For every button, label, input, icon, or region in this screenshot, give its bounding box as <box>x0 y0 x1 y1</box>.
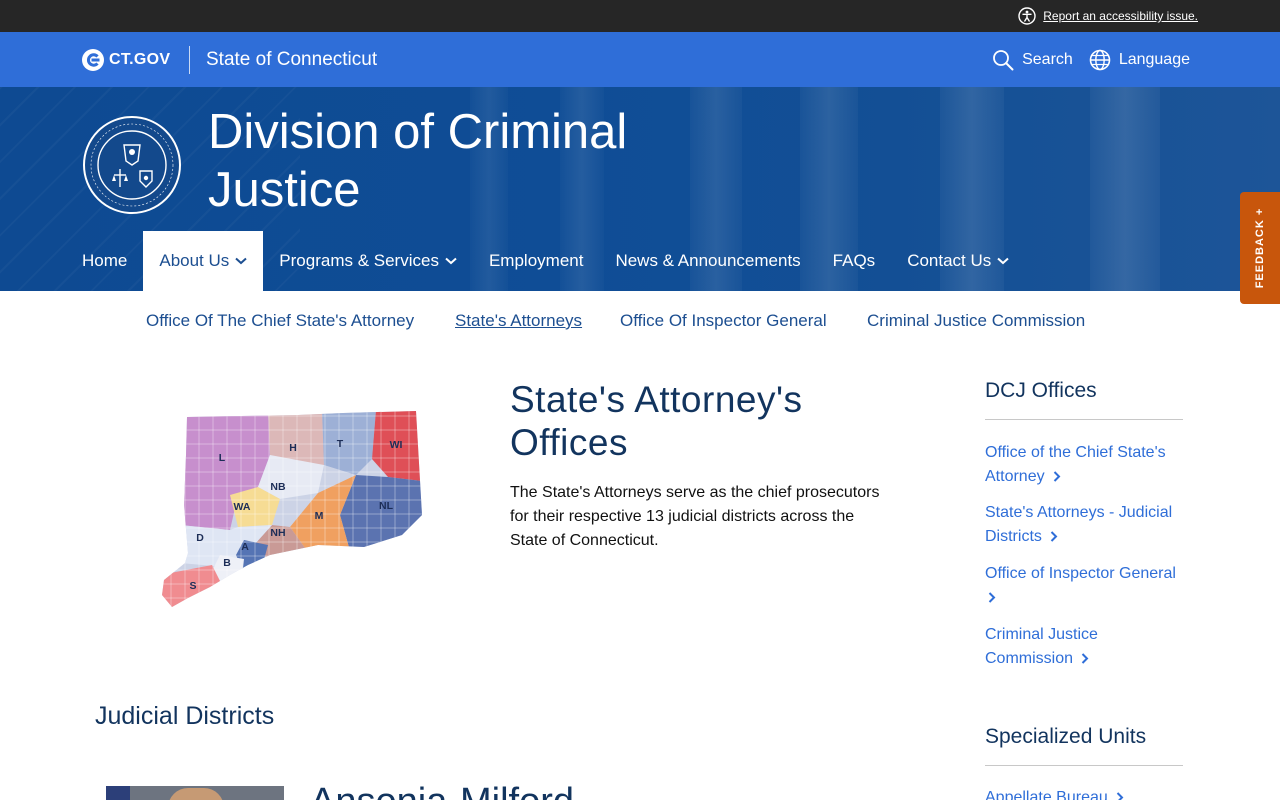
ctgov-header: CT.GOV State of Connecticut Search Langu… <box>0 32 1280 87</box>
nav-item-label: About Us <box>159 251 230 270</box>
specialized-units-heading: Specialized Units <box>985 725 1147 748</box>
nav-item-label: Employment <box>488 251 584 270</box>
sidebar-link-chief-states-attorney[interactable]: Office of the Chief State's Attorney <box>985 441 1183 489</box>
feedback-tab[interactable]: FEEDBACK + <box>1240 192 1280 304</box>
language-label: Language <box>1118 51 1190 68</box>
map-label-t: T <box>337 438 344 450</box>
site-name[interactable]: State of Connecticut <box>206 49 377 71</box>
chevron-right-icon <box>1053 471 1061 482</box>
sub-nav: Office Of The Chief State's Attorney Sta… <box>0 291 1240 351</box>
sidebar-link-states-attorneys[interactable]: State's Attorneys - Judicial Districts <box>985 501 1183 549</box>
judicial-districts-heading: Judicial Districts <box>95 702 275 730</box>
map-label-nb: NB <box>270 481 286 493</box>
map-label-b: B <box>223 557 231 569</box>
nav-employment[interactable]: Employment <box>473 231 599 291</box>
district-attorney-photo <box>106 786 284 800</box>
flag-image <box>106 786 130 800</box>
sidebar-link-appellate-bureau[interactable]: Appellate Bureau <box>985 786 1183 800</box>
header-divider <box>189 46 190 74</box>
accessibility-link[interactable]: Report an accessibility issue. <box>1043 9 1198 23</box>
map-label-m: M <box>315 510 324 522</box>
accessibility-icon <box>1018 7 1036 25</box>
sidebar-link-label: State's Attorneys - Judicial Districts <box>985 504 1173 545</box>
nav-item-label: Programs & Services <box>279 251 439 270</box>
header-tools: Search Language <box>992 49 1190 71</box>
page-title: State's Attorney's Offices <box>510 379 803 463</box>
map-label-nh: NH <box>270 527 285 539</box>
chevron-down-icon <box>997 257 1009 265</box>
nav-news-announcements[interactable]: News & Announcements <box>599 231 816 291</box>
sidebar-link-label: Office of Inspector General <box>985 565 1176 582</box>
main-nav: Home About Us Programs & Services Employ… <box>66 231 1025 291</box>
nav-faqs[interactable]: FAQs <box>817 231 892 291</box>
dcj-offices-heading: DCJ Offices <box>985 379 1097 402</box>
search-label: Search <box>1022 51 1073 68</box>
sidebar-link-inspector-general[interactable]: Office of Inspector General <box>985 562 1183 610</box>
nav-programs-services[interactable]: Programs & Services <box>263 231 473 291</box>
nav-item-label: Contact Us <box>907 251 992 270</box>
nav-item-label: News & Announcements <box>615 251 801 270</box>
accessibility-report[interactable]: Report an accessibility issue. <box>1018 7 1198 25</box>
map-label-nl: NL <box>379 500 394 512</box>
judicial-districts-map: L H T WI NB WA NL M NH D A B S <box>162 411 422 607</box>
chevron-right-icon <box>1050 531 1058 542</box>
nav-contact-us[interactable]: Contact Us <box>891 231 1025 291</box>
search-icon <box>993 50 1014 71</box>
language-button[interactable]: Language <box>1089 49 1190 71</box>
agency-hero: Division of Criminal Justice Home About … <box>0 87 1280 291</box>
sidebar-divider <box>985 765 1183 766</box>
map-label-h: H <box>289 442 297 454</box>
map-label-s: S <box>189 580 196 592</box>
feedback-label: FEEDBACK + <box>1254 207 1266 289</box>
chevron-down-icon <box>445 257 457 265</box>
subnav-chief-states-attorney[interactable]: Office Of The Chief State's Attorney <box>146 311 414 331</box>
ctgov-logo-icon <box>82 49 104 71</box>
nav-item-label: FAQs <box>832 251 876 270</box>
ctgov-logo-text: CT.GOV <box>109 51 171 68</box>
portrait-image <box>168 788 224 800</box>
hero-column <box>1090 87 1160 291</box>
utility-bar: Report an accessibility issue. <box>0 0 1280 32</box>
map-label-l: L <box>219 452 226 464</box>
sidebar-divider <box>985 419 1183 420</box>
globe-icon <box>1089 49 1111 71</box>
search-button[interactable]: Search <box>992 49 1073 71</box>
chevron-down-icon <box>235 257 247 265</box>
agency-title: Division of Criminal Justice <box>208 105 628 217</box>
subnav-inspector-general[interactable]: Office Of Inspector General <box>620 311 827 331</box>
map-label-wi: WI <box>390 439 403 451</box>
ctgov-logo[interactable]: CT.GOV <box>82 49 170 71</box>
chevron-right-icon <box>1081 653 1089 664</box>
subnav-criminal-justice-commission[interactable]: Criminal Justice Commission <box>867 311 1085 331</box>
map-label-d: D <box>196 532 204 544</box>
map-label-wa: WA <box>234 501 251 513</box>
district-title[interactable]: Ansonia-Milford <box>310 781 574 800</box>
map-label-a: A <box>241 541 249 553</box>
nav-home[interactable]: Home <box>66 231 143 291</box>
nav-about-us[interactable]: About Us <box>143 231 264 291</box>
sidebar-link-label: Appellate Bureau <box>985 789 1108 800</box>
chevron-right-icon <box>988 592 996 603</box>
chevron-right-icon <box>1116 792 1124 800</box>
sidebar-link-criminal-justice-commission[interactable]: Criminal Justice Commission <box>985 623 1183 671</box>
state-seal-icon[interactable] <box>82 115 182 215</box>
subnav-states-attorneys[interactable]: State's Attorneys <box>455 311 582 331</box>
nav-item-label: Home <box>82 251 128 270</box>
sidebar-link-label: Office of the Chief State's Attorney <box>985 444 1166 485</box>
intro-text: The State's Attorneys serve as the chief… <box>510 484 880 549</box>
